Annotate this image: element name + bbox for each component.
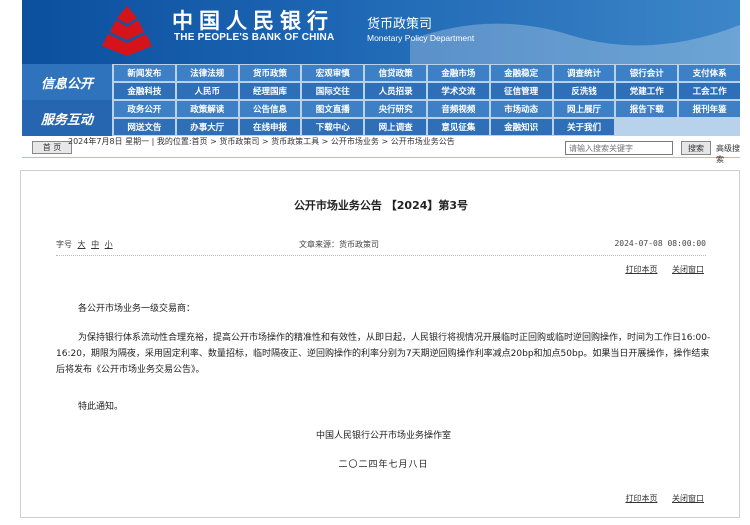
- nav-link[interactable]: 办事大厅: [176, 119, 238, 135]
- nav-link[interactable]: 网上调查: [365, 119, 426, 135]
- notice-line: 特此通知。: [78, 402, 124, 412]
- site-banner: 中国人民银行 THE PEOPLE'S BANK OF CHINA 货币政策司 …: [22, 0, 740, 64]
- nav-empty-cell: [616, 119, 677, 135]
- nav-link[interactable]: 反洗钱: [553, 83, 615, 99]
- salutation: 各公开市场业务一级交易商：: [78, 304, 196, 314]
- article-meta: 字号 大 中 小 文章来源：货币政策司 2024-07-08 08:00:00: [56, 239, 706, 251]
- nav-band-service-interaction: 服务互动: [22, 100, 112, 136]
- article-panel: 公开市场业务公告 【2024】第3号 字号 大 中 小 文章来源：货币政策司 2…: [20, 170, 740, 518]
- nav-link[interactable]: 货币政策: [239, 65, 301, 81]
- nav-row-2: 金融科技 人民币 经理国库 国际交往 人员招录 学术交流 征信管理 反洗钱 党建…: [114, 82, 740, 99]
- font-size-medium-link[interactable]: 中: [91, 240, 99, 249]
- nav-link[interactable]: 政务公开: [114, 101, 175, 117]
- nav-link[interactable]: 意见征集: [427, 119, 489, 135]
- nav-link[interactable]: 关于我们: [553, 119, 615, 135]
- nav-link[interactable]: 央行研究: [365, 101, 426, 117]
- department-name-cn: 货币政策司: [367, 17, 433, 32]
- search-button[interactable]: 搜索: [681, 141, 711, 155]
- pboc-logo-icon: [102, 6, 152, 56]
- nav-band-info-disclosure: 信息公开: [22, 64, 112, 100]
- article-paragraph: 为保持银行体系流动性合理充裕，提高公开市场操作的精准性和有效性，从即日起，人民银…: [56, 333, 711, 375]
- breadcrumb-bar: 首 页 2024年7月8日 星期一 | 我的位置:首页 > 货币政策司 > 货币…: [22, 136, 740, 164]
- nav-row-1: 新闻发布 法律法规 货币政策 宏观审慎 信贷政策 金融市场 金融稳定 调查统计 …: [114, 64, 740, 81]
- nav-link[interactable]: 信贷政策: [365, 65, 426, 81]
- advanced-search-link[interactable]: 高级搜索: [716, 143, 740, 165]
- breadcrumb: 2024年7月8日 星期一 | 我的位置:首页 > 货币政策司 > 货币政策工具…: [68, 137, 455, 146]
- article-tools-bottom: 打印本页 关闭窗口: [613, 493, 704, 504]
- main-navigation: 信息公开 服务互动 新闻发布 法律法规 货币政策 宏观审慎 信贷政策 金融市场 …: [22, 64, 740, 136]
- nav-link[interactable]: 图文直播: [302, 101, 364, 117]
- nav-link[interactable]: 金融科技: [114, 83, 175, 99]
- article-tools-top: 打印本页 关闭窗口: [613, 264, 704, 275]
- nav-link[interactable]: 在线申报: [239, 119, 301, 135]
- nav-link[interactable]: 人员招录: [365, 83, 426, 99]
- nav-link[interactable]: 音频视频: [427, 101, 489, 117]
- nav-link[interactable]: 学术交流: [427, 83, 489, 99]
- nav-link[interactable]: 国际交往: [302, 83, 364, 99]
- nav-link[interactable]: 金融稳定: [490, 65, 552, 81]
- department-name-en: Monetary Policy Department: [367, 33, 475, 43]
- home-button[interactable]: 首 页: [32, 141, 72, 154]
- nav-row-4: 网送文告 办事大厅 在线申报 下载中心 网上调查 意见征集 金融知识 关于我们: [114, 118, 740, 135]
- print-page-link[interactable]: 打印本页: [625, 494, 657, 503]
- divider: [56, 255, 706, 256]
- font-size-label: 字号: [56, 240, 72, 249]
- nav-link[interactable]: 报刊年鉴: [679, 101, 740, 117]
- nav-link[interactable]: 下载中心: [302, 119, 364, 135]
- article-date: 2024-07-08 08:00:00: [614, 239, 706, 248]
- article-source: 文章来源：货币政策司: [299, 240, 379, 249]
- nav-link[interactable]: 网上展厅: [553, 101, 615, 117]
- nav-link[interactable]: 金融市场: [427, 65, 489, 81]
- close-window-link[interactable]: 关闭窗口: [672, 494, 704, 503]
- nav-row-3: 政务公开 政策解读 公告信息 图文直播 央行研究 音频视频 市场动态 网上展厅 …: [114, 100, 740, 117]
- nav-link[interactable]: 报告下载: [616, 101, 678, 117]
- nav-link[interactable]: 银行会计: [616, 65, 678, 81]
- nav-link[interactable]: 党建工作: [616, 83, 678, 99]
- nav-link[interactable]: 工会工作: [679, 83, 740, 99]
- nav-link[interactable]: 市场动态: [490, 101, 552, 117]
- search-input[interactable]: [565, 141, 673, 155]
- font-size-large-link[interactable]: 大: [78, 240, 86, 249]
- bank-name-en: THE PEOPLE'S BANK OF CHINA: [174, 32, 335, 43]
- nav-link[interactable]: 金融知识: [490, 119, 552, 135]
- nav-link[interactable]: 法律法规: [176, 65, 238, 81]
- nav-link[interactable]: 新闻发布: [114, 65, 175, 81]
- nav-link[interactable]: 人民币: [176, 83, 238, 99]
- nav-link[interactable]: 征信管理: [490, 83, 552, 99]
- print-page-link[interactable]: 打印本页: [625, 265, 657, 274]
- nav-link[interactable]: 调查统计: [553, 65, 615, 81]
- page-title: 公开市场业务公告 【2024】第3号: [293, 199, 469, 212]
- sign-date: 二〇二四年七月八日: [338, 460, 429, 470]
- close-window-link[interactable]: 关闭窗口: [672, 265, 704, 274]
- nav-link[interactable]: 支付体系: [679, 65, 740, 81]
- nav-link[interactable]: 政策解读: [176, 101, 238, 117]
- nav-link[interactable]: 公告信息: [239, 101, 301, 117]
- font-size-switcher: 字号 大 中 小: [56, 239, 113, 250]
- nav-empty-cell: [679, 119, 740, 135]
- font-size-small-link[interactable]: 小: [105, 240, 113, 249]
- nav-link[interactable]: 宏观审慎: [302, 65, 364, 81]
- banner-wave-decoration: [410, 23, 740, 64]
- nav-link[interactable]: 网送文告: [114, 119, 175, 135]
- nav-link[interactable]: 经理国库: [239, 83, 301, 99]
- signer: 中国人民银行公开市场业务操作室: [315, 431, 451, 441]
- bank-name-cn: 中国人民银行: [172, 8, 334, 33]
